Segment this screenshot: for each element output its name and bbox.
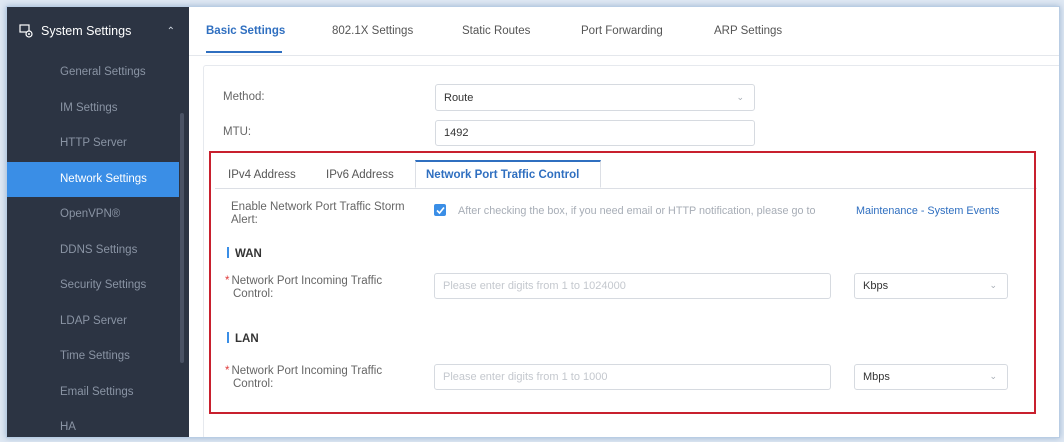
tab-port-forwarding[interactable]: Port Forwarding (581, 25, 663, 37)
sidebar-header-system-settings[interactable]: System Settings ⌃ (7, 7, 189, 55)
sidebar-item-time-settings[interactable]: Time Settings (7, 339, 179, 375)
sidebar-item-http-server[interactable]: HTTP Server (7, 126, 179, 162)
sidebar-header-label: System Settings (41, 24, 132, 38)
method-select[interactable]: Route ⌄ (435, 84, 755, 111)
system-settings-icon (19, 24, 33, 38)
sidebar-item-email-settings[interactable]: Email Settings (7, 375, 179, 411)
mtu-input[interactable]: 1492 (435, 120, 755, 146)
active-tab-indicator (206, 51, 282, 53)
tab-arp-settings[interactable]: ARP Settings (714, 25, 782, 37)
tab-8021x-settings[interactable]: 802.1X Settings (332, 25, 413, 37)
settings-tabs: Basic Settings 802.1X Settings Static Ro… (189, 7, 1059, 56)
mtu-value: 1492 (444, 127, 469, 139)
method-label: Method: (223, 91, 265, 103)
sidebar-item-security-settings[interactable]: Security Settings (7, 268, 179, 304)
sidebar-item-ha[interactable]: HA (7, 410, 179, 437)
sidebar-item-ddns-settings[interactable]: DDNS Settings (7, 233, 179, 269)
mtu-label: MTU: (223, 126, 252, 138)
sidebar-item-network-settings[interactable]: Network Settings (7, 161, 179, 197)
sidebar-item-openvpn[interactable]: OpenVPN® (7, 197, 179, 233)
chevron-down-icon: ⌄ (736, 91, 744, 102)
sidebar: System Settings ⌃ General Settings IM Se… (7, 7, 189, 437)
sidebar-item-ldap-server[interactable]: LDAP Server (7, 304, 179, 340)
sidebar-menu: General Settings IM Settings HTTP Server… (7, 55, 179, 437)
sidebar-item-im-settings[interactable]: IM Settings (7, 91, 179, 127)
tab-basic-settings[interactable]: Basic Settings (206, 25, 285, 37)
sidebar-item-general-settings[interactable]: General Settings (7, 55, 179, 91)
method-value: Route (444, 91, 474, 104)
highlight-frame (209, 151, 1036, 414)
chevron-up-icon[interactable]: ⌃ (167, 26, 175, 37)
app-window: System Settings ⌃ General Settings IM Se… (6, 6, 1060, 438)
tab-static-routes[interactable]: Static Routes (462, 25, 530, 37)
sidebar-scrollbar[interactable] (180, 113, 184, 363)
